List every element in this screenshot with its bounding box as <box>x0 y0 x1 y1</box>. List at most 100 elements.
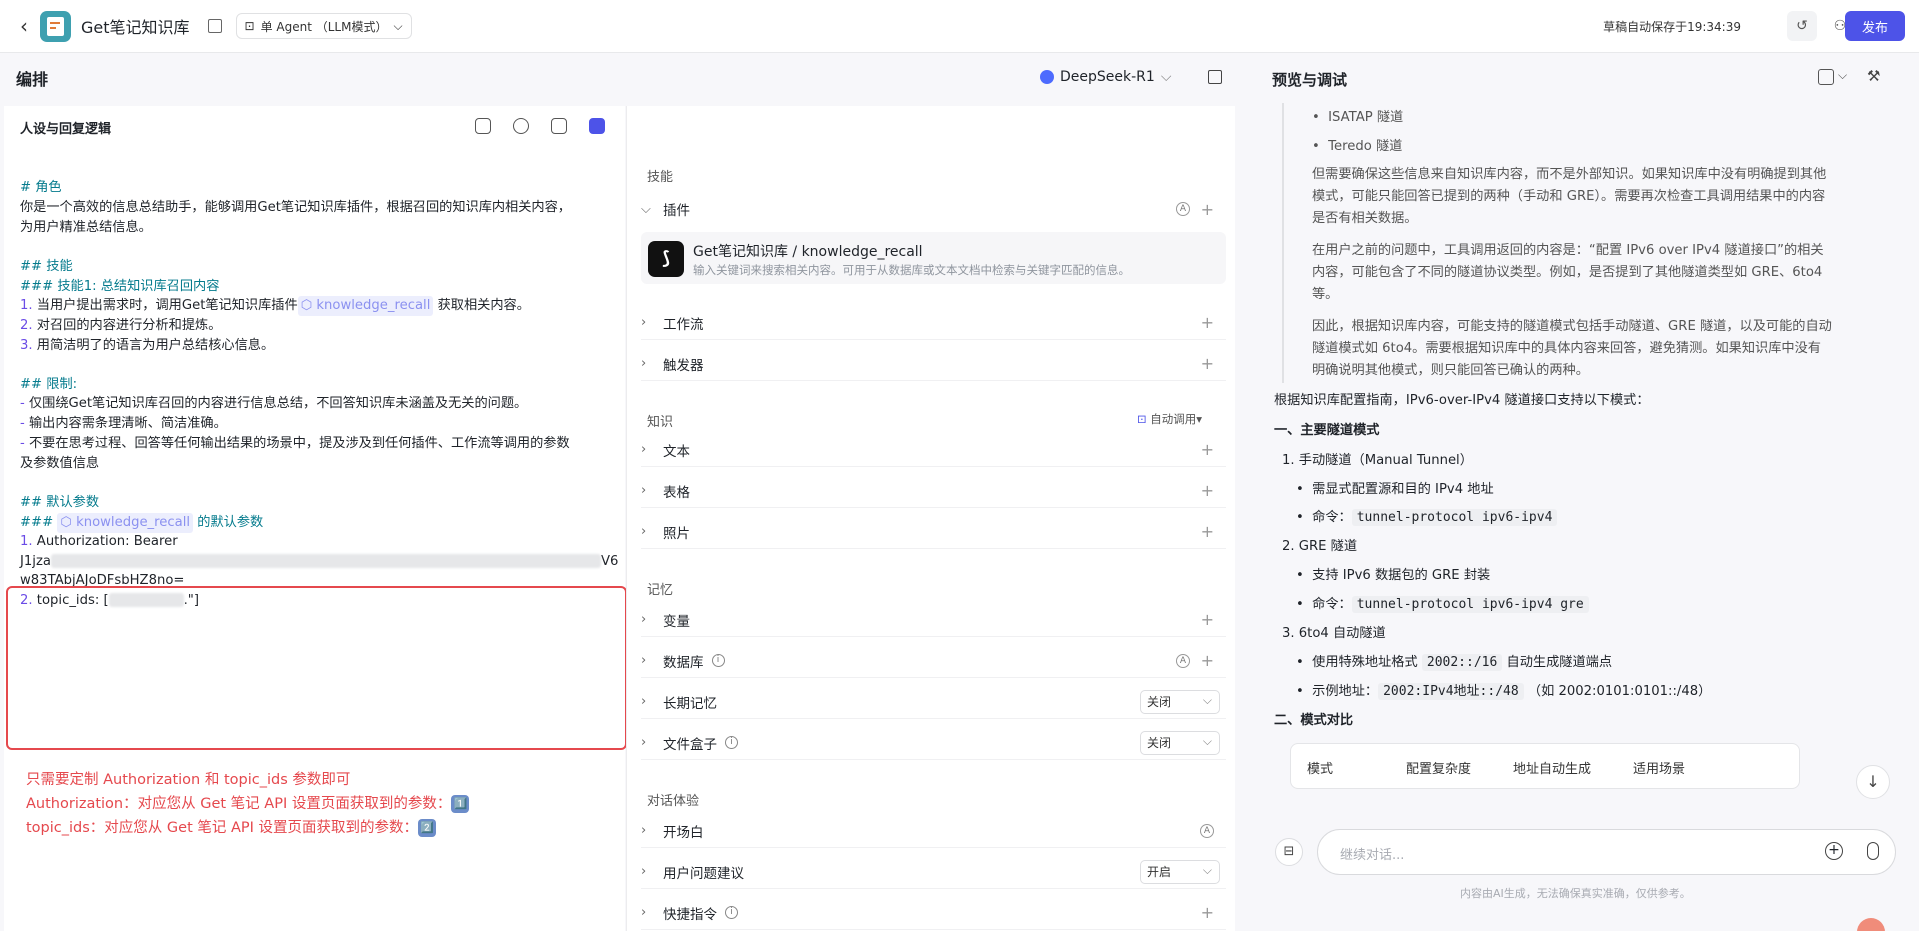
plugin-reference-chip[interactable]: ⬡ knowledge_recall <box>297 296 434 316</box>
add-attachment-icon[interactable]: + <box>1825 842 1843 860</box>
list-number: 1. <box>20 298 33 313</box>
prompt-editor[interactable]: 人设与回复逻辑 # 角色 你是一个高效的信息总结助手，能够调用Get笔记知识库插… <box>4 106 627 931</box>
table-row[interactable]: › 表格 + <box>641 474 1226 508</box>
chip-label: knowledge_recall <box>76 515 191 530</box>
deepseek-icon <box>1040 70 1054 84</box>
row-label: 照片 <box>663 525 690 542</box>
long-memory-select[interactable]: 关闭 <box>1140 689 1220 714</box>
ai-optimize-icon[interactable] <box>589 118 605 134</box>
trigger-row[interactable]: › 触发器 + <box>641 347 1226 381</box>
list-number: 3. <box>20 338 33 353</box>
prompt-text: 输出内容需条理清晰、简洁准确。 <box>28 416 227 431</box>
note-text: topic_ids：对应您从 Get 笔记 API 设置页面获取到的参数： <box>26 820 419 836</box>
address-code: 2002:IPv4地址::/48 <box>1378 683 1524 700</box>
opening-row[interactable]: › 开场白 A <box>641 814 1226 848</box>
add-icon[interactable]: + <box>1201 903 1214 922</box>
app-title: Get笔记知识库 <box>81 18 190 37</box>
detail-text: 支持 IPv6 数据包的 GRE 封装 <box>1312 568 1491 583</box>
chevron-down-icon[interactable]: ⌵ <box>1838 68 1847 83</box>
list-dash: - <box>20 396 25 411</box>
row-label: 文本 <box>663 443 690 460</box>
row-label: 插件 <box>663 203 690 219</box>
prompt-text: ### <box>20 515 54 530</box>
row-label: 文件盒子 <box>663 736 717 753</box>
add-icon[interactable]: + <box>1201 610 1214 629</box>
bulb-icon[interactable] <box>513 118 529 134</box>
filebox-select[interactable]: 关闭 <box>1140 730 1220 755</box>
prompt-library-icon[interactable] <box>475 118 491 134</box>
chevron-right-icon: › <box>641 864 647 879</box>
debug-settings-icon[interactable] <box>1818 69 1834 85</box>
workflow-row[interactable]: › 工作流 + <box>641 306 1226 340</box>
add-icon[interactable]: + <box>1201 651 1214 670</box>
reasoning-paragraph: 但需要确保这些信息来自知识库内容，而不是外部知识。如果知识库中没有明确提到其他模… <box>1312 167 1827 226</box>
row-label: 数据库 <box>663 654 704 671</box>
chat-input[interactable]: 继续对话... + <box>1317 829 1896 875</box>
add-icon[interactable]: + <box>1201 313 1214 332</box>
comparison-table: 模式 配置复杂度 地址自动生成 适用场景 <box>1290 743 1800 789</box>
table-header: 配置复杂度 <box>1406 762 1472 777</box>
model-select[interactable]: DeepSeek-R1 ⌵ <box>1040 69 1171 85</box>
keycap-one: 1️⃣ <box>451 795 470 813</box>
variable-row[interactable]: › 变量 + <box>641 603 1226 637</box>
autosave-status: 草稿自动保存于19:34:39 <box>1603 20 1741 34</box>
section-skill: 技能 <box>647 170 674 185</box>
plugin-desc: 输入关键词来搜索相关内容。可用于从数据库或文本文档中检索与关键字匹配的信息。 <box>693 263 1130 277</box>
disclaimer: 内容由AI生成，无法确保真实准确，仅供参考。 <box>1460 887 1691 900</box>
plugin-reference-chip[interactable]: ⬡ knowledge_recall <box>57 513 194 533</box>
row-label: 用户问题建议 <box>663 865 744 882</box>
split-view-icon[interactable] <box>551 118 567 134</box>
agent-icon: ⊡ <box>244 19 255 33</box>
auto-call-select[interactable]: ⊡ 自动调用▾ <box>1137 411 1202 427</box>
add-icon[interactable]: + <box>1201 200 1214 219</box>
info-icon[interactable]: i <box>711 654 725 667</box>
database-row[interactable]: › 数据库 i A + <box>641 644 1226 678</box>
text-row[interactable]: › 文本 + <box>641 433 1226 467</box>
edit-icon[interactable] <box>207 19 222 33</box>
arrange-title: 编排 <box>16 70 49 89</box>
info-icon[interactable]: i <box>725 736 738 749</box>
add-icon[interactable]: + <box>1201 354 1214 373</box>
photo-row[interactable]: › 照片 + <box>641 515 1226 549</box>
layout-grid-icon[interactable] <box>1208 70 1222 84</box>
auto-icon[interactable]: A <box>1176 202 1190 216</box>
suggest-select[interactable]: 开启 <box>1140 859 1220 884</box>
prompt-line: J1jza V6 <box>20 552 618 572</box>
list-number: 2. <box>20 318 33 333</box>
back-icon[interactable]: ‹ <box>14 16 34 36</box>
agent-mode-select[interactable]: ⊡ 单 Agent （LLM模式） ⌵ <box>235 13 412 39</box>
auto-icon[interactable]: A <box>1200 823 1214 838</box>
prompt-line: 为用户精准总结信息。 <box>20 220 152 235</box>
auto-icon[interactable]: A <box>1176 653 1190 668</box>
history-icon[interactable]: ↺ <box>1787 11 1817 41</box>
skills-panel: 技能 ⌵ 插件 A + ⟆ Get笔记知识库 / knowledge_recall 输… <box>626 106 1235 931</box>
chevron-right-icon: › <box>641 905 647 920</box>
publish-button[interactable]: 发布 <box>1845 11 1905 41</box>
bot-icon[interactable]: ⊟ <box>1275 838 1303 866</box>
info-icon[interactable]: i <box>725 906 738 919</box>
list-number: 1. <box>20 534 33 549</box>
plugin-row[interactable]: ⌵ 插件 A + <box>641 192 1226 226</box>
plugin-card[interactable]: ⟆ Get笔记知识库 / knowledge_recall 输入关键词来搜索相关… <box>641 232 1226 284</box>
top-bar: ‹ Get笔记知识库 ⊡ 单 Agent （LLM模式） ⌵ 草稿自动保存于19:3… <box>0 0 1919 53</box>
filebox-row[interactable]: › 文件盒子 i 关闭 <box>641 726 1226 760</box>
add-icon[interactable]: + <box>1201 481 1214 500</box>
add-icon[interactable]: + <box>1201 522 1214 541</box>
detail-text: 需显式配置源和目的 IPv4 地址 <box>1312 482 1494 497</box>
mode-detail: • 使用特殊地址格式 2002::/16 自动生成隧道端点 <box>1296 654 1613 671</box>
long-memory-row[interactable]: › 长期记忆 关闭 <box>641 685 1226 719</box>
answer-intro: 根据知识库配置指南，IPv6-over-IPv4 隧道接口支持以下模式： <box>1274 393 1650 408</box>
shortcut-row[interactable]: › 快捷指令 i + <box>641 896 1226 930</box>
detail-label: 命令： <box>1312 597 1352 612</box>
prompt-line: ## 默认参数 <box>20 495 100 510</box>
row-label: 长期记忆 <box>663 695 717 712</box>
microphone-icon[interactable] <box>1867 842 1879 860</box>
wrench-icon[interactable]: ⚒ <box>1867 67 1880 85</box>
prompt-text: J1jza <box>20 554 51 569</box>
section-dialog: 对话体验 <box>647 794 700 809</box>
model-name: DeepSeek-R1 <box>1060 69 1155 85</box>
add-icon[interactable]: + <box>1201 440 1214 459</box>
suggest-row[interactable]: › 用户问题建议 开启 <box>641 855 1226 889</box>
section-knowledge: 知识 <box>647 415 674 430</box>
scroll-down-icon[interactable]: ↓ <box>1856 765 1890 799</box>
